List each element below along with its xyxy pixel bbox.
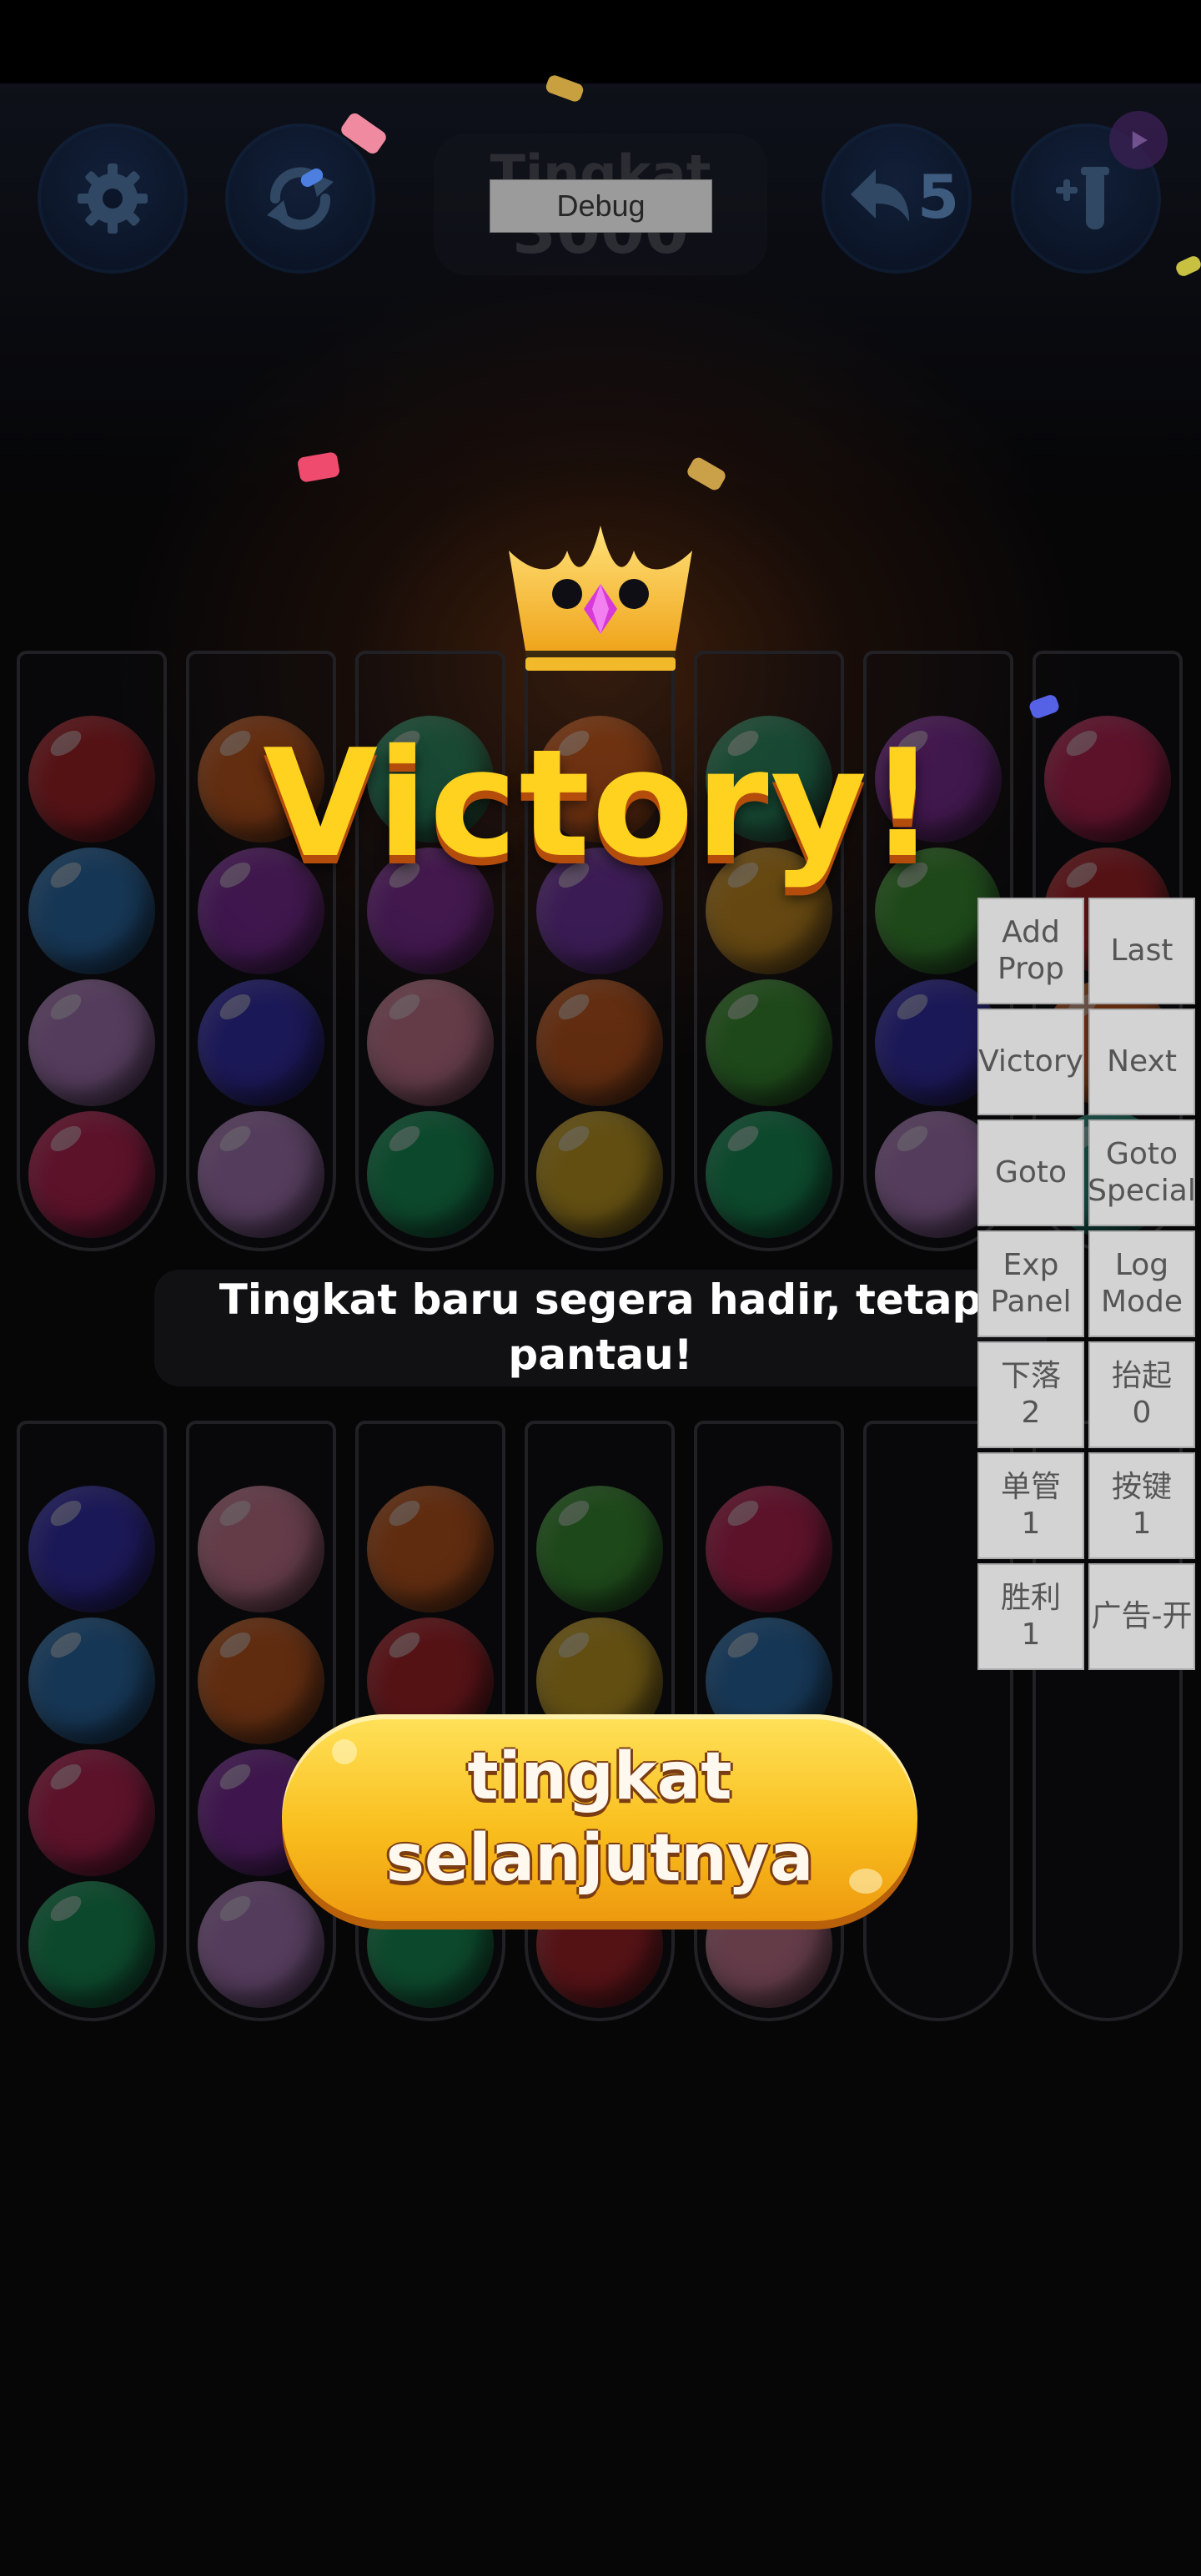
game-screen: Tingkat 3000 Debug 5	[0, 0, 1201, 2576]
debug-exp-panel-button[interactable]: Exp Panel	[977, 1230, 1084, 1337]
debug-next-button[interactable]: Next	[1088, 1009, 1195, 1115]
debug-victory-button[interactable]: Victory	[977, 1009, 1084, 1115]
debug-ad-toggle-button[interactable]: 广告-开	[1088, 1563, 1195, 1670]
debug-win-button[interactable]: 胜利 1	[977, 1563, 1084, 1670]
debug-lift-button[interactable]: 抬起 0	[1088, 1341, 1195, 1448]
victory-title: Victory!	[263, 717, 938, 890]
button-shine	[332, 1739, 357, 1764]
debug-goto-special-button[interactable]: Goto Special	[1088, 1119, 1196, 1226]
debug-single-tube-button[interactable]: 单管 1	[977, 1452, 1084, 1559]
debug-key-button[interactable]: 按键 1	[1088, 1452, 1195, 1559]
button-shine	[849, 1869, 882, 1894]
debug-drop-button[interactable]: 下落 2	[977, 1341, 1084, 1448]
status-bar	[0, 0, 1201, 83]
debug-log-mode-button[interactable]: Log Mode	[1088, 1230, 1195, 1337]
next-level-label: tingkat selanjutnya	[385, 1739, 814, 1896]
victory-subtitle: Tingkat baru segera hadir, tetap pantau!	[219, 1275, 982, 1379]
debug-add-prop-button[interactable]: Add Prop	[977, 898, 1084, 1004]
crown-icon	[509, 526, 692, 671]
debug-last-button[interactable]: Last	[1088, 898, 1195, 1004]
debug-goto-button[interactable]: Goto	[977, 1119, 1084, 1226]
next-level-button[interactable]: tingkat selanjutnya	[282, 1714, 917, 1921]
